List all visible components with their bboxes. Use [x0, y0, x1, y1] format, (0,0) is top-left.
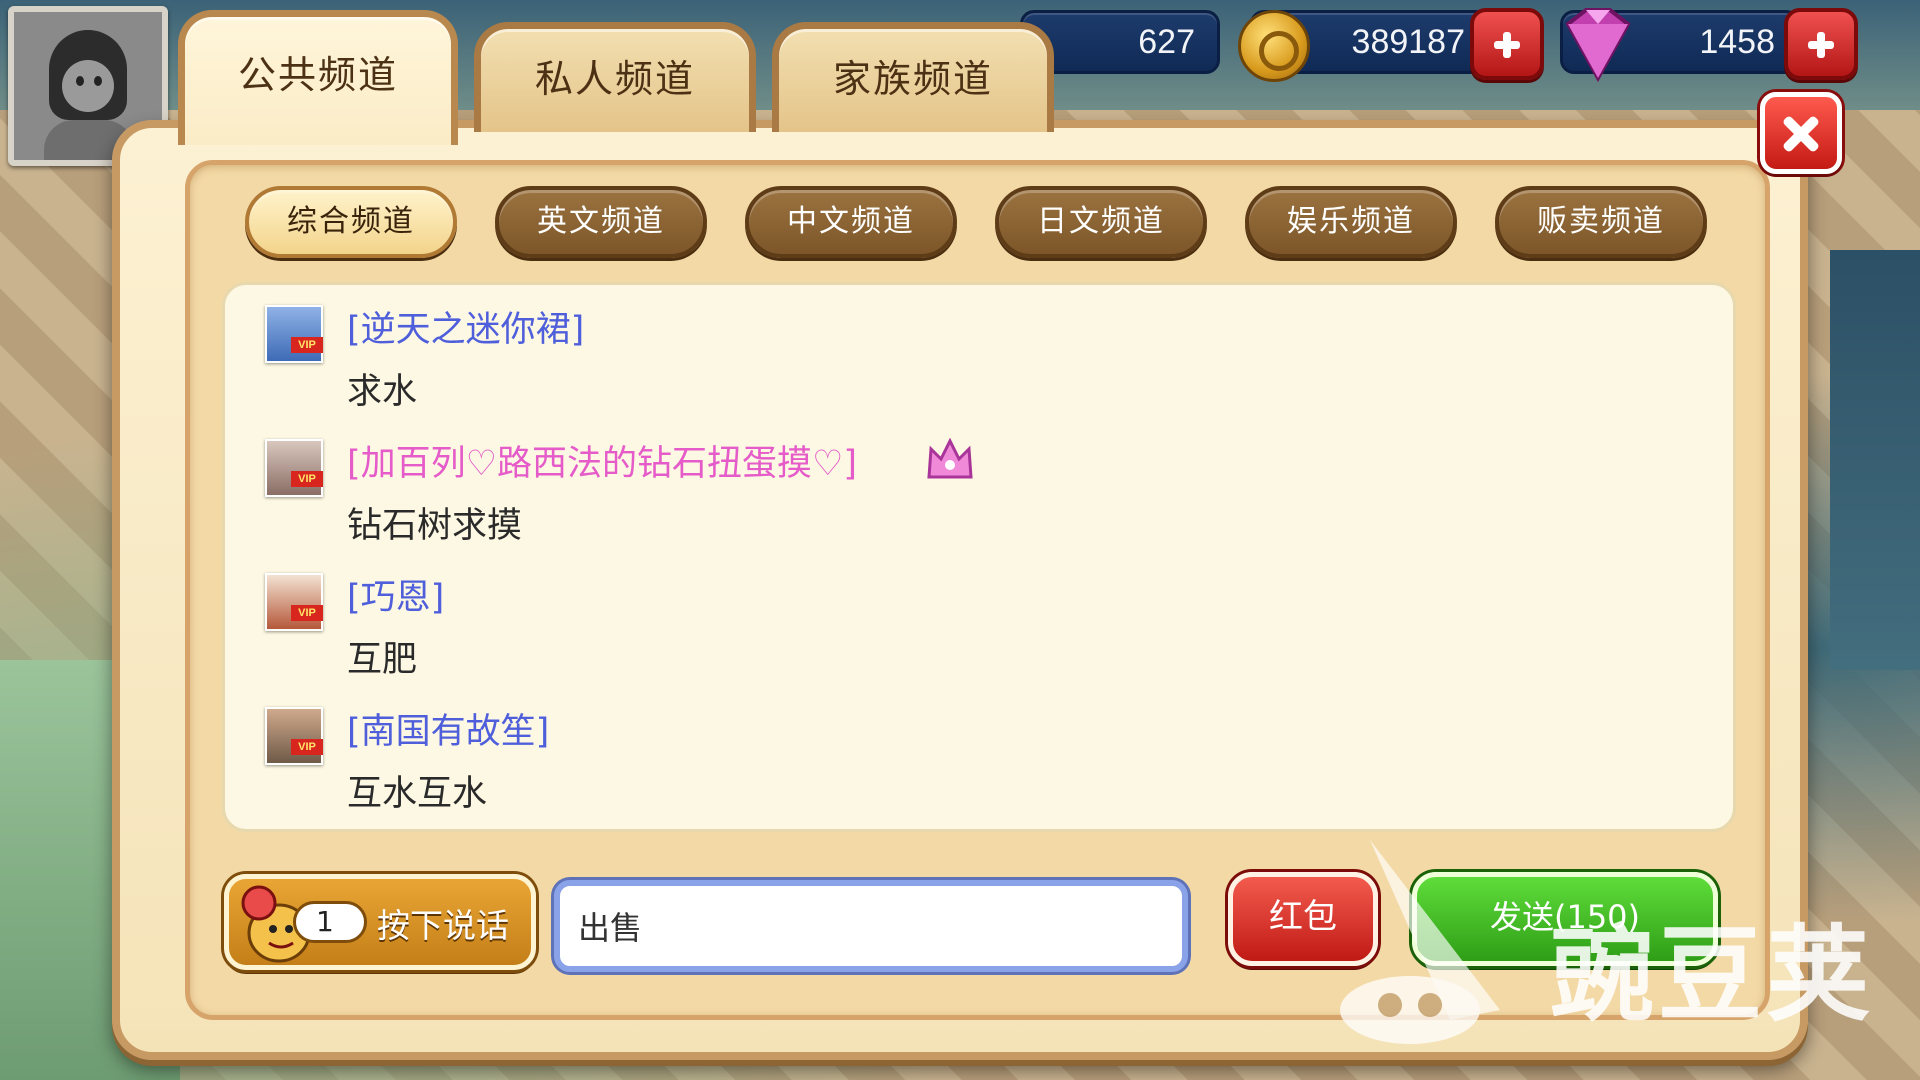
- user-avatar-thumb[interactable]: [265, 707, 323, 765]
- red-packet-button[interactable]: 红包: [1228, 872, 1378, 966]
- chat-message: VIP [加百列♡路西法的钻石扭蛋摸♡] 钻石树求摸: [265, 427, 1665, 561]
- message-text: 求水: [347, 372, 418, 412]
- message-username-vip[interactable]: [加百列♡路西法的钻石扭蛋摸♡]: [347, 435, 857, 486]
- push-to-talk-label: 按下说话: [377, 906, 509, 945]
- channel-trading[interactable]: 贩卖频道: [1495, 186, 1707, 258]
- user-avatar-thumb[interactable]: [265, 573, 323, 631]
- voice-counter: 1: [293, 901, 367, 943]
- chat-message: VIP [逆天之迷你裙] 求水: [265, 293, 1665, 427]
- avatar-eye: [94, 76, 102, 86]
- message-text: 互肥: [347, 640, 418, 680]
- close-button[interactable]: [1760, 92, 1842, 174]
- channel-english[interactable]: 英文频道: [495, 186, 707, 258]
- message-text: 钻石树求摸: [347, 506, 523, 546]
- user-avatar-thumb[interactable]: [265, 305, 323, 363]
- user-avatar-thumb[interactable]: [265, 439, 323, 497]
- tab-family-channel[interactable]: 家族频道: [772, 22, 1054, 132]
- gem-icon: [1565, 8, 1631, 82]
- message-username[interactable]: [逆天之迷你裙]: [347, 301, 584, 352]
- channel-general[interactable]: 综合频道: [245, 186, 457, 258]
- chat-input[interactable]: [554, 880, 1188, 972]
- chat-message: VIP [巧恩] 互肥: [265, 561, 1665, 695]
- message-list[interactable]: VIP [逆天之迷你裙] 求水 VIP [加百列♡路西法的钻石扭蛋摸♡] 钻石树…: [222, 282, 1736, 832]
- push-to-talk-button[interactable]: 1 按下说话: [224, 874, 536, 970]
- vip-badge: VIP: [291, 471, 323, 487]
- coin-icon: [1238, 10, 1310, 82]
- crown-icon: [927, 437, 973, 479]
- chat-message: VIP [南国有故笙] 互水互水: [265, 695, 1665, 829]
- tab-public-channel[interactable]: 公共频道: [178, 10, 458, 145]
- add-coins-button[interactable]: [1470, 8, 1544, 80]
- send-button[interactable]: 发送(150): [1412, 872, 1718, 966]
- add-gems-button[interactable]: [1784, 8, 1858, 80]
- vip-badge: VIP: [291, 739, 323, 755]
- message-username[interactable]: [巧恩]: [347, 569, 444, 620]
- message-username[interactable]: [南国有故笙]: [347, 703, 549, 754]
- vip-badge: VIP: [291, 605, 323, 621]
- tab-private-channel[interactable]: 私人频道: [474, 22, 756, 132]
- channel-chinese[interactable]: 中文频道: [745, 186, 957, 258]
- game-scene-right: [1830, 250, 1920, 670]
- channel-japanese[interactable]: 日文频道: [995, 186, 1207, 258]
- avatar-face: [62, 60, 114, 112]
- avatar-eye: [76, 76, 84, 86]
- vip-badge: VIP: [291, 337, 323, 353]
- message-text: 互水互水: [347, 774, 488, 814]
- channel-entertainment[interactable]: 娱乐频道: [1245, 186, 1457, 258]
